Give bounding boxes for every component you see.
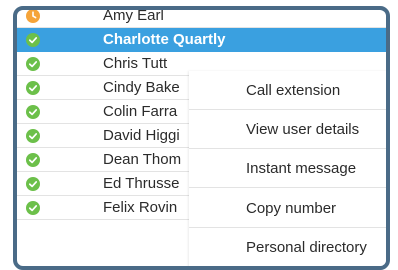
contact-name: Colin Farra [103,103,178,120]
check-circle-icon [26,81,40,95]
menu-item-view-user-details[interactable]: View user details [189,110,386,149]
clock-icon [26,10,40,23]
contact-name: Cindy Bake [103,79,180,96]
check-circle-icon [26,129,40,143]
contact-name: Ed Thrusse [103,175,180,192]
contact-name: Felix Rovin [103,199,178,216]
menu-item-label: Personal directory [246,239,367,256]
contact-name: Dean Thom [103,151,182,168]
contact-name: Chris Tutt [103,55,168,72]
contact-row-amy-earl[interactable]: Amy Earl [17,7,386,28]
contact-name: Charlotte Quartly [103,31,226,48]
contact-list-window: Amy Earl Charlotte Quartly Chris Tutt Ci… [13,6,390,270]
contact-name: David Higgi [103,127,180,144]
menu-item-copy-number[interactable]: Copy number [189,189,386,228]
check-circle-icon [26,153,40,167]
menu-item-label: View user details [246,121,360,138]
menu-item-label: Call extension [246,82,341,99]
contact-name: Amy Earl [103,7,164,24]
menu-item-label: Copy number [246,200,337,217]
contact-row-charlotte-quartly[interactable]: Charlotte Quartly [17,28,386,52]
check-circle-icon [26,57,40,71]
menu-item-call-extension[interactable]: Call extension [189,71,386,110]
check-circle-icon [26,201,40,215]
menu-item-instant-message[interactable]: Instant message [189,149,386,188]
menu-item-personal-directory[interactable]: Personal directory [189,228,386,266]
menu-item-label: Instant message [246,160,357,177]
check-circle-icon [26,33,40,47]
check-circle-icon [26,177,40,191]
context-menu: Call extension View user details Instant… [189,71,386,266]
check-circle-icon [26,105,40,119]
